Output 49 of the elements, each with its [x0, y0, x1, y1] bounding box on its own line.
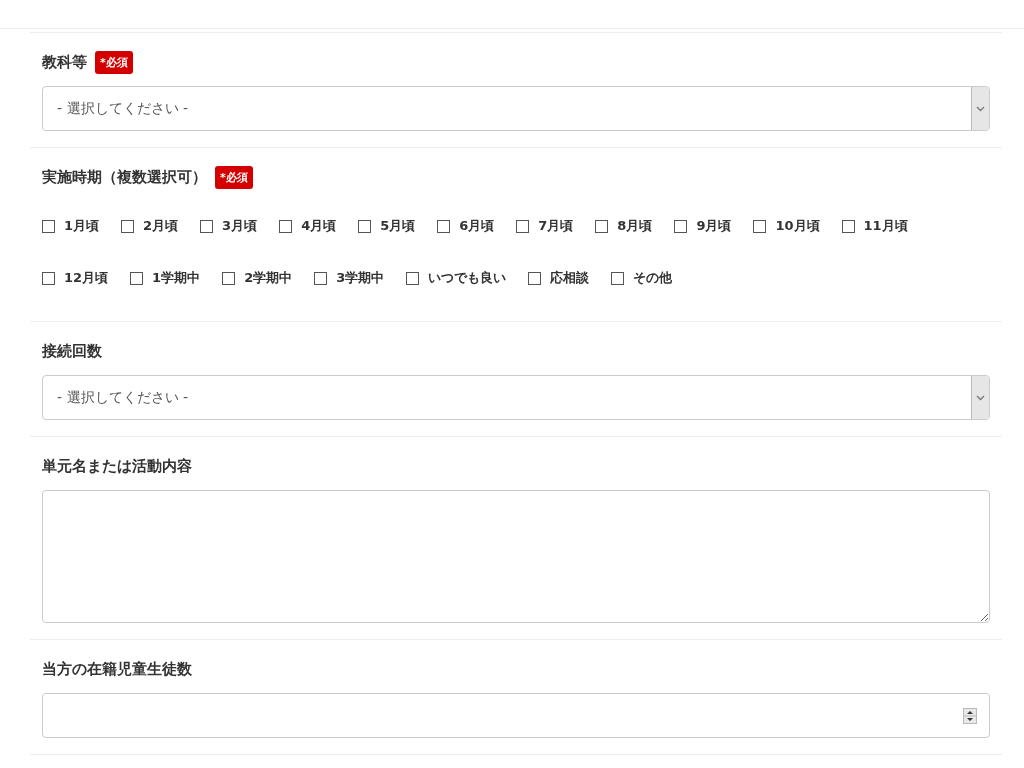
checkbox-option[interactable]: 9月頃 — [674, 217, 732, 235]
checkbox[interactable] — [222, 271, 236, 285]
checkbox-option[interactable]: 1学期中 — [130, 269, 201, 287]
checkbox[interactable] — [595, 219, 609, 233]
field-label: 当方の在籍児童生徒数 — [42, 659, 192, 679]
checkbox[interactable] — [841, 219, 855, 233]
checkbox-option[interactable]: 応相談 — [528, 269, 590, 287]
field-label: 実施時期（複数選択可） — [42, 167, 207, 187]
checkbox-option[interactable]: 4月頃 — [279, 217, 337, 235]
checkbox[interactable] — [42, 271, 55, 285]
checkbox[interactable] — [753, 219, 767, 233]
checkbox-option[interactable]: 11月頃 — [841, 217, 908, 235]
checkbox[interactable] — [358, 219, 372, 233]
field-label: 教科等 — [42, 52, 87, 72]
checkbox[interactable] — [42, 219, 55, 233]
number-field[interactable] — [42, 693, 990, 738]
checkbox-option[interactable]: いつでも良い — [406, 269, 507, 287]
checkbox-option[interactable]: その他 — [611, 269, 673, 287]
checkbox[interactable] — [130, 271, 144, 285]
checkbox-option[interactable]: 10月頃 — [753, 217, 820, 235]
checkbox-option[interactable]: 3月頃 — [200, 217, 258, 235]
checkbox-option[interactable]: 3学期中 — [314, 269, 385, 287]
required-badge: *必須 — [95, 50, 133, 74]
field-label: 接続回数 — [42, 341, 102, 361]
spinner-icon[interactable] — [963, 707, 977, 724]
checkbox[interactable] — [314, 271, 328, 285]
checkbox-option[interactable]: 12月頃 — [42, 269, 109, 287]
checkbox[interactable] — [406, 271, 420, 285]
chevron-down-icon — [976, 394, 985, 401]
checkbox-option[interactable]: 2月頃 — [121, 217, 179, 235]
checkbox[interactable] — [528, 271, 542, 285]
checkbox[interactable] — [121, 219, 135, 233]
checkbox[interactable] — [611, 271, 625, 285]
checkbox[interactable] — [200, 219, 214, 233]
select-field[interactable]: - 選択してください - — [42, 86, 990, 131]
checkbox-option[interactable]: 1月頃 — [42, 217, 100, 235]
checkbox[interactable] — [516, 219, 530, 233]
checkbox-option[interactable]: 7月頃 — [516, 217, 574, 235]
required-badge: *必須 — [215, 165, 253, 189]
select-field[interactable]: - 選択してください - — [42, 375, 990, 420]
checkbox[interactable] — [279, 219, 293, 233]
checkbox[interactable] — [674, 219, 688, 233]
checkbox-option[interactable]: 2学期中 — [222, 269, 293, 287]
field-label: 単元名または活動内容 — [42, 456, 192, 476]
checkbox-option[interactable]: 8月頃 — [595, 217, 653, 235]
checkbox-option[interactable]: 6月頃 — [437, 217, 495, 235]
checkbox-option[interactable]: 5月頃 — [358, 217, 416, 235]
chevron-down-icon — [976, 105, 985, 112]
checkbox[interactable] — [437, 219, 451, 233]
